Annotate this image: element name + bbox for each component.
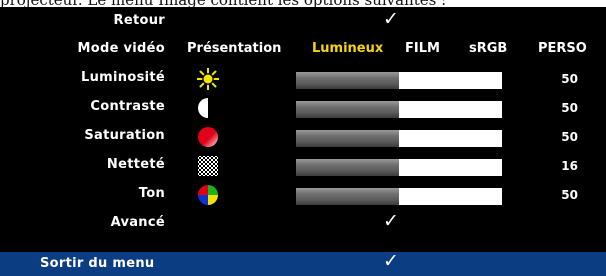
saturation-icon [198, 127, 218, 147]
tint-label: Ton [138, 186, 165, 201]
mode-option-presentation[interactable]: Présentation [187, 41, 281, 56]
tint-icon [198, 185, 218, 205]
saturation-slider[interactable] [296, 130, 502, 147]
sharpness-icon [198, 156, 218, 176]
menu-row-brightness[interactable]: Luminosité 50 [0, 65, 606, 93]
contrast-icon [198, 98, 218, 118]
brightness-slider-fill [296, 72, 399, 89]
mode-option-srgb[interactable]: sRGB [469, 41, 507, 56]
back-label: Retour [113, 13, 165, 28]
menu-row-video-mode[interactable]: Mode vidéo Présentation Lumineux FILM sR… [0, 36, 606, 64]
menu-row-tint[interactable]: Ton 50 [0, 181, 606, 209]
contrast-label: Contraste [90, 99, 165, 114]
mode-option-perso[interactable]: PERSO [538, 41, 587, 56]
menu-row-advanced[interactable]: Avancé ✓ [0, 210, 606, 238]
sharpness-slider-fill [296, 159, 399, 176]
contrast-value: 50 [561, 101, 578, 115]
saturation-label: Saturation [84, 128, 165, 143]
back-check-icon[interactable]: ✓ [383, 8, 399, 30]
exit-menu-label: Sortir du menu [40, 256, 155, 271]
saturation-value: 50 [561, 130, 578, 144]
advanced-label: Avancé [110, 215, 165, 230]
video-mode-label: Mode vidéo [77, 41, 165, 56]
sharpness-value: 16 [561, 159, 578, 173]
contrast-slider[interactable] [296, 101, 502, 118]
menu-row-back[interactable]: Retour ✓ [0, 8, 606, 36]
mode-option-film[interactable]: FILM [405, 41, 440, 56]
tint-slider-fill [296, 188, 399, 205]
image-menu-osd: Retour ✓ Mode vidéo Présentation Lumineu… [0, 7, 606, 276]
exit-check-icon[interactable]: ✓ [383, 250, 399, 272]
menu-row-sharpness[interactable]: Netteté 16 [0, 152, 606, 180]
brightness-label: Luminosité [81, 70, 165, 85]
mode-option-lumineux[interactable]: Lumineux [312, 41, 383, 56]
brightness-value: 50 [561, 72, 578, 86]
menu-row-contrast[interactable]: Contraste 50 [0, 94, 606, 122]
exit-menu-row[interactable]: Sortir du menu ✓ [0, 250, 606, 276]
menu-row-saturation[interactable]: Saturation 50 [0, 123, 606, 151]
saturation-slider-fill [296, 130, 399, 147]
sharpness-slider[interactable] [296, 159, 502, 176]
sun-icon [197, 68, 219, 90]
advanced-check-icon[interactable]: ✓ [383, 210, 399, 232]
sharpness-label: Netteté [106, 157, 165, 172]
brightness-slider[interactable] [296, 72, 502, 89]
tint-value: 50 [561, 188, 578, 202]
tint-slider[interactable] [296, 188, 502, 205]
contrast-slider-fill [296, 101, 399, 118]
